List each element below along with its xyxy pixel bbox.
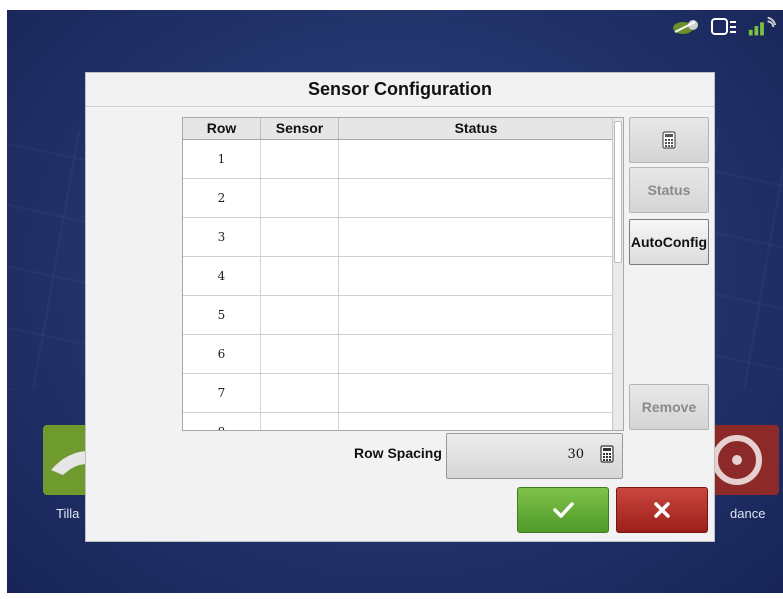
status-cell bbox=[339, 140, 614, 178]
autoconfig-button[interactable]: AutoConfig bbox=[629, 219, 709, 265]
row-spacing-label: Row Spacing bbox=[354, 445, 442, 461]
row-number-cell: 2 bbox=[183, 179, 261, 217]
status-bar bbox=[671, 14, 777, 40]
sensor-cell bbox=[261, 335, 339, 373]
sensor-cell bbox=[261, 296, 339, 334]
table-row[interactable]: 4 bbox=[183, 257, 623, 296]
table-row[interactable]: 2 bbox=[183, 179, 623, 218]
table-header: Row Sensor Status bbox=[183, 118, 623, 140]
calculator-icon[interactable] bbox=[600, 445, 614, 463]
table-row[interactable]: 6 bbox=[183, 335, 623, 374]
row-number-cell: 6 bbox=[183, 335, 261, 373]
status-cell bbox=[339, 296, 614, 334]
calculator-icon bbox=[662, 131, 676, 149]
row-number-cell: 1 bbox=[183, 140, 261, 178]
dialog-title: Sensor Configuration bbox=[86, 73, 714, 107]
guidance-tile[interactable] bbox=[707, 425, 779, 495]
signal-icon[interactable] bbox=[747, 14, 777, 40]
status-cell bbox=[339, 335, 614, 373]
sensor-configuration-dialog: Sensor Configuration Row Sensor Status 1… bbox=[85, 72, 715, 542]
sensor-table[interactable]: Row Sensor Status 1 2 3 4 5 6 7 8 bbox=[182, 117, 624, 431]
status-button[interactable]: Status bbox=[629, 167, 709, 213]
remove-button[interactable]: Remove bbox=[629, 384, 709, 430]
status-cell bbox=[339, 218, 614, 256]
table-row[interactable]: 3 bbox=[183, 218, 623, 257]
sensor-cell bbox=[261, 218, 339, 256]
table-row[interactable]: 1 bbox=[183, 140, 623, 179]
row-number-cell: 3 bbox=[183, 218, 261, 256]
row-number-cell: 5 bbox=[183, 296, 261, 334]
row-number-cell: 4 bbox=[183, 257, 261, 295]
sensor-cell bbox=[261, 257, 339, 295]
sensor-cell bbox=[261, 413, 339, 430]
display-icon[interactable] bbox=[709, 14, 739, 40]
column-header-sensor[interactable]: Sensor bbox=[261, 118, 339, 139]
table-row[interactable]: 7 bbox=[183, 374, 623, 413]
status-cell bbox=[339, 179, 614, 217]
tillage-tile-label: Tilla bbox=[56, 506, 80, 521]
table-row[interactable]: 5 bbox=[183, 296, 623, 335]
status-cell bbox=[339, 374, 614, 412]
row-spacing-field[interactable]: 30 bbox=[446, 433, 623, 479]
column-header-row[interactable]: Row bbox=[183, 118, 261, 139]
status-cell bbox=[339, 257, 614, 295]
sensor-cell bbox=[261, 179, 339, 217]
sensor-cell bbox=[261, 140, 339, 178]
table-row[interactable]: 8 bbox=[183, 413, 623, 430]
gps-status-icon[interactable] bbox=[671, 14, 701, 40]
accept-button[interactable] bbox=[517, 487, 609, 533]
checkmark-icon bbox=[553, 502, 574, 518]
cancel-button[interactable] bbox=[616, 487, 708, 533]
column-header-status[interactable]: Status bbox=[339, 118, 614, 139]
guidance-tile-label: dance bbox=[730, 506, 766, 521]
scrollbar-thumb[interactable] bbox=[614, 121, 622, 263]
x-icon bbox=[654, 502, 670, 518]
row-spacing-value: 30 bbox=[567, 447, 584, 462]
status-cell bbox=[339, 413, 614, 430]
sensor-cell bbox=[261, 374, 339, 412]
table-scrollbar[interactable] bbox=[612, 118, 623, 430]
row-number-cell: 8 bbox=[183, 413, 261, 430]
row-number-cell: 7 bbox=[183, 374, 261, 412]
calculator-button[interactable] bbox=[629, 117, 709, 163]
steering-wheel-icon bbox=[712, 435, 762, 485]
